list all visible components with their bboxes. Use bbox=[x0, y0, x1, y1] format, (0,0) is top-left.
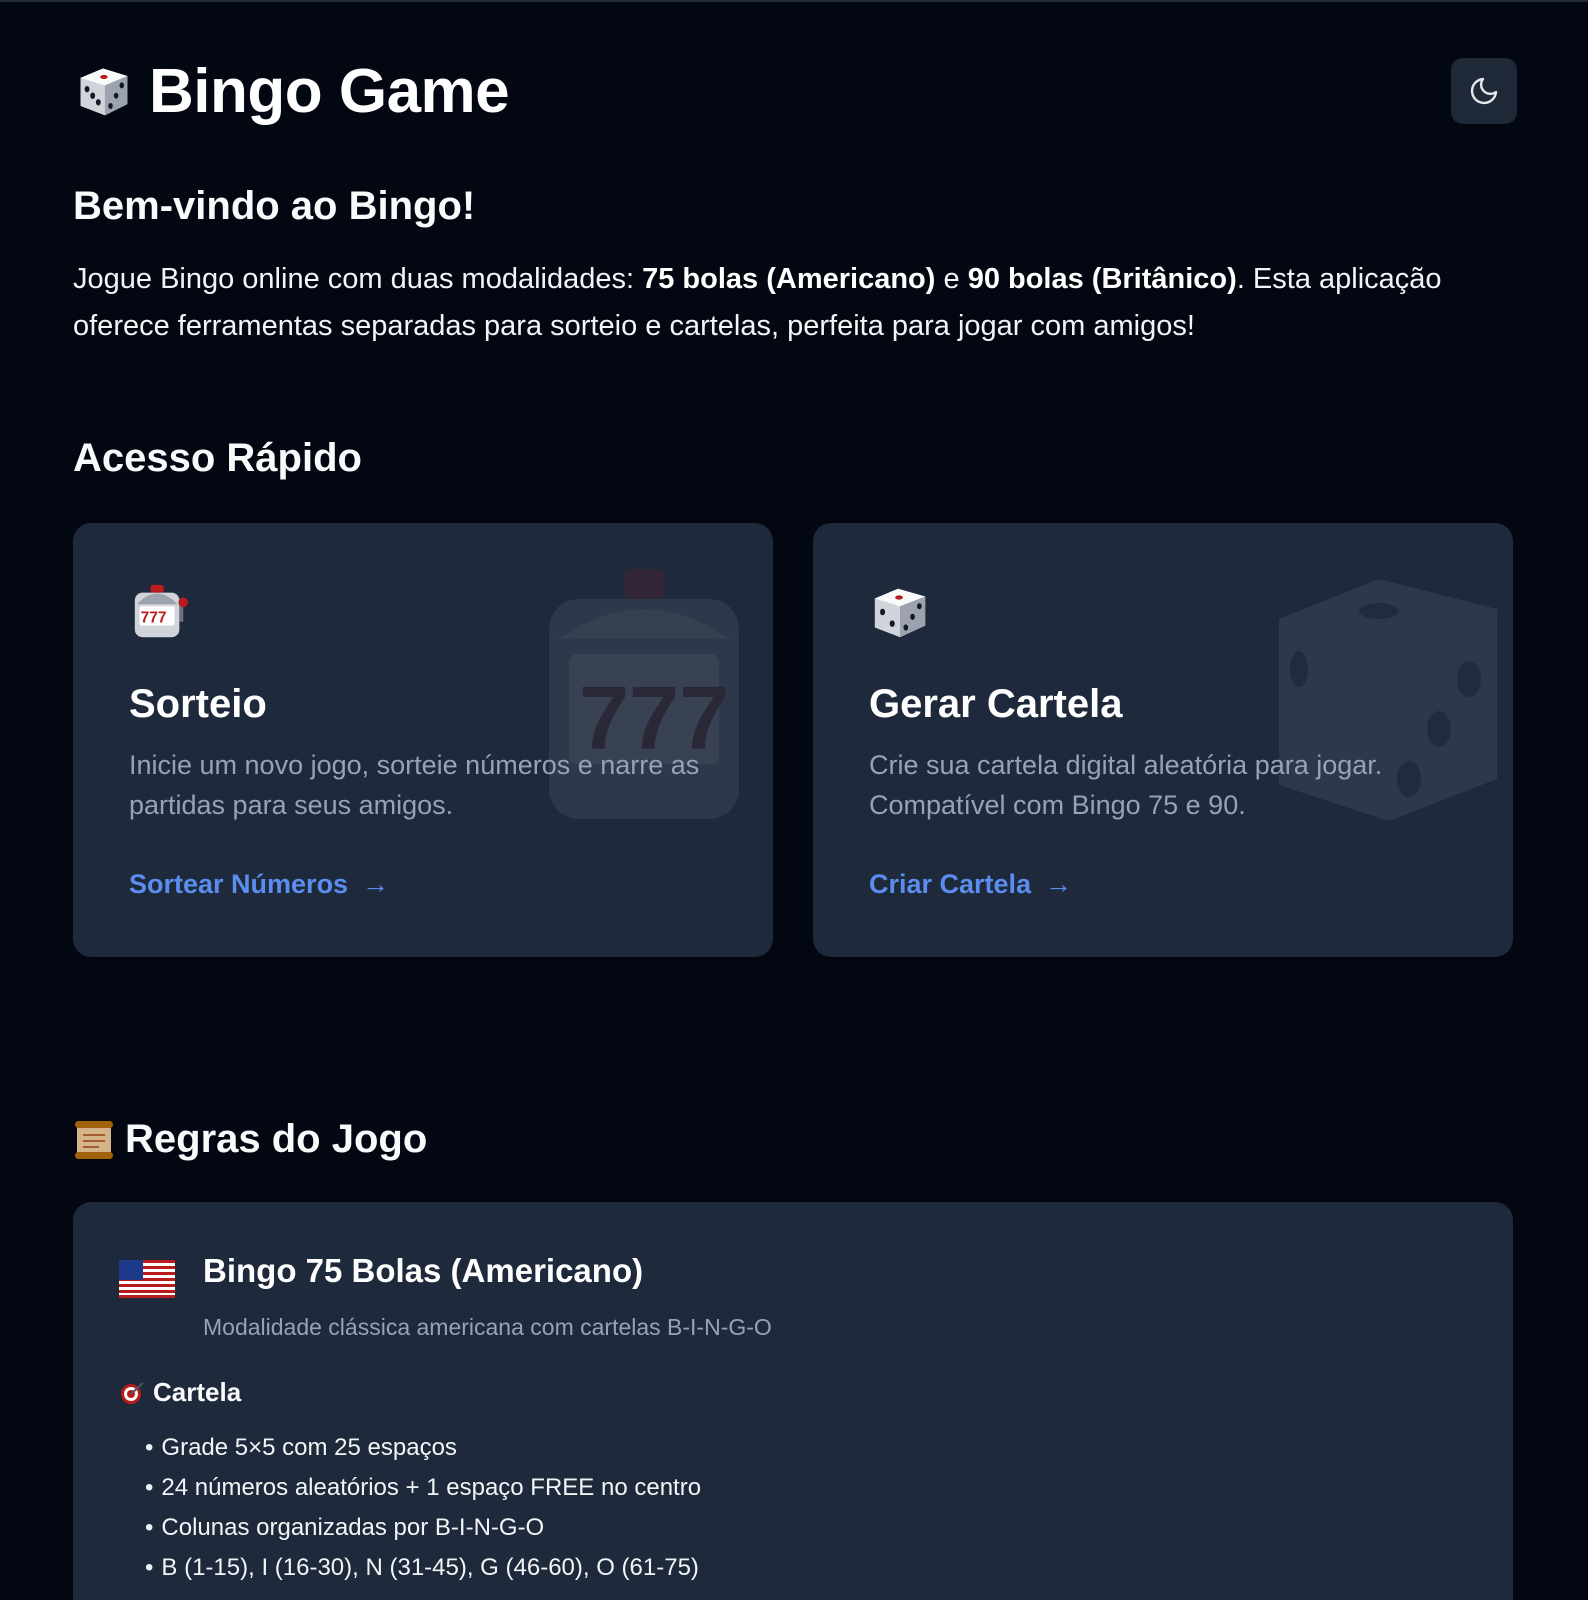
create-card-description: Crie sua cartela digital aleatória para … bbox=[869, 750, 1383, 820]
list-item: Colunas organizadas por B-I-N-G-O bbox=[145, 1508, 1467, 1548]
draw-card[interactable]: 777 777 Sorteio Inicie um novo jogo, sor… bbox=[73, 523, 773, 957]
welcome-title: Bem-vindo ao Bingo! bbox=[73, 184, 476, 228]
rules-card-bingo-75: Bingo 75 Bolas (Americano) Modalidade cl… bbox=[73, 1202, 1513, 1600]
arrow-right-icon: → bbox=[362, 869, 390, 899]
us-flag-icon bbox=[119, 1260, 175, 1298]
mode-header-text: Bingo 75 Bolas (Americano) Modalidade cl… bbox=[203, 1252, 772, 1341]
welcome-text: Jogue Bingo online com duas modalidades:… bbox=[73, 256, 1513, 350]
draw-card-description: Inicie um novo jogo, sorteie números e n… bbox=[129, 750, 700, 820]
mode-header: Bingo 75 Bolas (Americano) Modalidade cl… bbox=[119, 1252, 1467, 1341]
welcome-text-part: Jogue Bingo online com duas modalidades: bbox=[73, 263, 643, 295]
brand[interactable]: Bingo Game bbox=[73, 56, 510, 127]
theme-toggle-button[interactable] bbox=[1451, 58, 1517, 124]
target-icon bbox=[121, 1381, 144, 1404]
quick-access-cards: 777 777 Sorteio Inicie um novo jogo, sor… bbox=[73, 523, 1515, 957]
quick-access-section: Acesso Rápido 777 777 Sorteio Inicie um … bbox=[73, 436, 1515, 957]
welcome-text-part: e bbox=[935, 263, 968, 295]
moon-icon bbox=[1470, 77, 1498, 105]
draw-numbers-link-label: Sortear Números bbox=[129, 869, 349, 899]
welcome-section: Bem-vindo ao Bingo! Jogue Bingo online c… bbox=[73, 184, 1515, 350]
rules-title: Regras do Jogo bbox=[73, 1117, 1515, 1162]
app-title: Bingo Game bbox=[149, 56, 510, 126]
mode-75-highlight: 75 bolas (Americano) bbox=[642, 263, 936, 295]
page: Bingo Game Bem-vindo ao Bingo! Jogue Bin… bbox=[0, 2, 1588, 1600]
mode-subtitle: Modalidade clássica americana com cartel… bbox=[203, 1314, 772, 1340]
mode-90-highlight: 90 bolas (Britânico) bbox=[967, 263, 1237, 295]
slot-machine-icon: 777 bbox=[134, 584, 189, 638]
rules-title-label: Regras do Jogo bbox=[125, 1117, 428, 1161]
create-card-link[interactable]: Criar Cartela → bbox=[869, 869, 1072, 900]
dice-icon bbox=[80, 68, 128, 116]
list-item: Grade 5×5 com 25 espaços bbox=[145, 1428, 1467, 1468]
list-item: 24 números aleatórios + 1 espaço FREE no… bbox=[145, 1468, 1467, 1508]
create-card-title: Gerar Cartela bbox=[869, 682, 1123, 726]
mode-title: Bingo 75 Bolas (Americano) bbox=[203, 1252, 644, 1289]
draw-numbers-link[interactable]: Sortear Números → bbox=[129, 869, 389, 900]
card-rules-title-label: Cartela bbox=[153, 1377, 242, 1407]
quick-access-title: Acesso Rápido bbox=[73, 436, 362, 480]
create-card-card[interactable]: Gerar Cartela Crie sua cartela digital a… bbox=[813, 523, 1513, 957]
dice-icon bbox=[874, 588, 926, 638]
card-rules-list: Grade 5×5 com 25 espaços 24 números alea… bbox=[119, 1428, 1467, 1588]
create-card-link-label: Criar Cartela bbox=[869, 869, 1032, 899]
list-item: B (1-15), I (16-30), N (31-45), G (46-60… bbox=[145, 1548, 1467, 1588]
rules-section: Regras do Jogo Bingo 75 Bolas (Americano… bbox=[73, 1117, 1515, 1600]
header: Bingo Game bbox=[73, 2, 1517, 172]
svg-text:777: 777 bbox=[141, 610, 167, 627]
card-rules-title: Cartela bbox=[119, 1377, 1467, 1408]
scroll-icon bbox=[75, 1120, 113, 1159]
draw-card-title: Sorteio bbox=[129, 682, 267, 726]
arrow-right-icon: → bbox=[1045, 869, 1073, 899]
